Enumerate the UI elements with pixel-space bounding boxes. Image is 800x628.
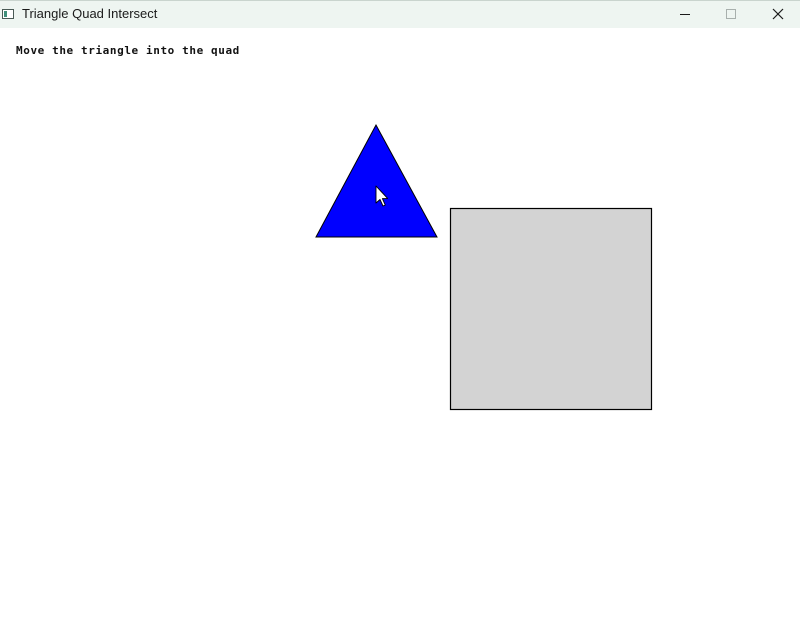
maximize-button[interactable] — [708, 1, 754, 29]
canvas-area[interactable]: Move the triangle into the quad — [0, 28, 800, 628]
title-bar[interactable]: Triangle Quad Intersect — [0, 0, 800, 28]
close-icon — [772, 8, 784, 20]
scene-canvas[interactable] — [0, 28, 800, 628]
app-window: Triangle Quad Intersect Move the triangl… — [0, 0, 800, 628]
draggable-triangle[interactable] — [315, 123, 438, 238]
close-button[interactable] — [754, 1, 800, 29]
minimize-button[interactable] — [662, 1, 708, 29]
window-title: Triangle Quad Intersect — [22, 6, 158, 21]
target-quad — [449, 207, 653, 411]
maximize-icon — [726, 9, 736, 19]
app-window-icon — [2, 9, 14, 19]
minimize-icon — [680, 14, 690, 15]
